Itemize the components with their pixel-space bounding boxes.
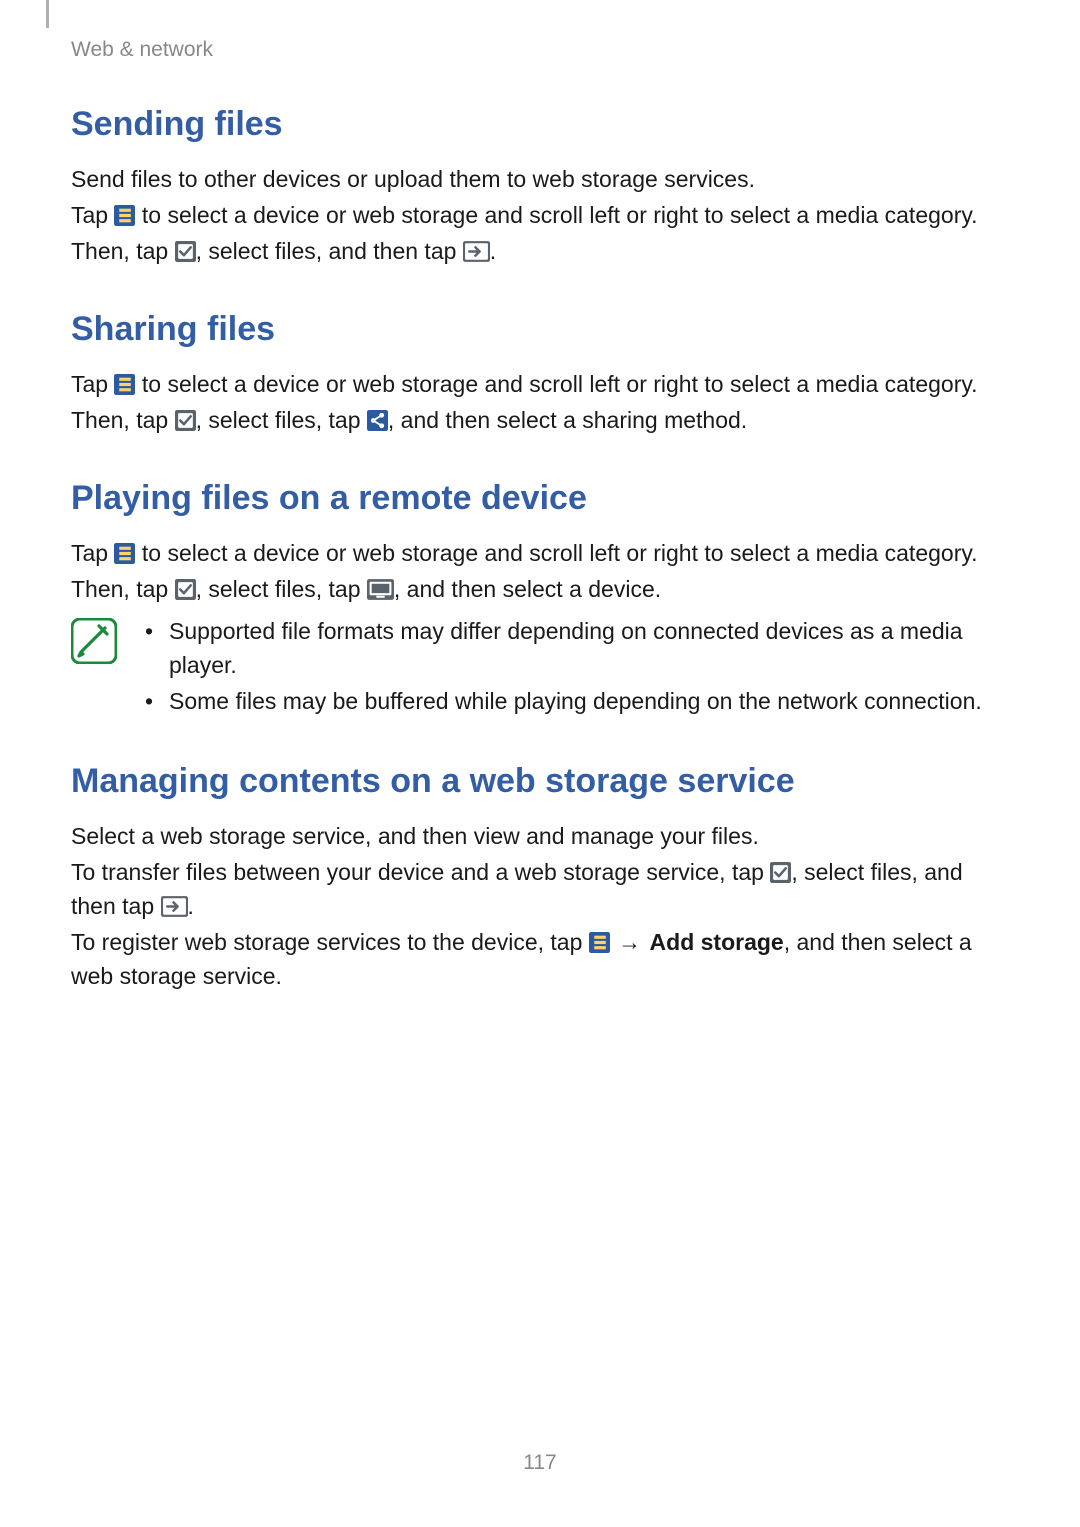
list-icon [114, 374, 135, 395]
send-arrow-icon [463, 241, 490, 262]
body-text: Send files to other devices or upload th… [71, 162, 1009, 196]
send-arrow-icon [161, 896, 188, 917]
section-playing-remote: Playing files on a remote device Tap to … [71, 479, 1009, 720]
heading-sending-files: Sending files [71, 105, 1009, 144]
section-sending-files: Sending files Send files to other device… [71, 105, 1009, 268]
body-text: Tap to select a device or web storage an… [71, 536, 1009, 570]
checkbox-icon [175, 579, 196, 600]
list-icon [114, 543, 135, 564]
heading-sharing-files: Sharing files [71, 310, 1009, 349]
page: Web & network Sending files Send files t… [0, 0, 1080, 1527]
body-text: To transfer files between your device an… [71, 855, 1009, 923]
section-sharing-files: Sharing files Tap to select a device or … [71, 310, 1009, 437]
heading-managing-storage: Managing contents on a web storage servi… [71, 762, 1009, 801]
cast-screen-icon [367, 579, 394, 600]
checkbox-icon [175, 410, 196, 431]
section-managing-storage: Managing contents on a web storage servi… [71, 762, 1009, 993]
body-text: Tap to select a device or web storage an… [71, 367, 1009, 401]
page-tab-mark [46, 0, 49, 28]
body-text: To register web storage services to the … [71, 925, 1009, 993]
bold-text: Add storage [650, 929, 784, 955]
list-icon [589, 932, 610, 953]
note-item: Supported file formats may differ depend… [169, 614, 1009, 682]
arrow-glyph: → [610, 929, 650, 955]
body-text: Then, tap , select files, tap , and then… [71, 403, 1009, 437]
heading-playing-remote: Playing files on a remote device [71, 479, 1009, 518]
page-number: 117 [0, 1451, 1080, 1475]
note-item: Some files may be buffered while playing… [169, 684, 1009, 718]
share-icon [367, 410, 388, 431]
body-text: Then, tap , select files, tap , and then… [71, 572, 1009, 606]
checkbox-icon [770, 862, 791, 883]
body-text: Then, tap , select files, and then tap . [71, 234, 1009, 268]
list-icon [114, 205, 135, 226]
note-block: Supported file formats may differ depend… [71, 614, 1009, 720]
checkbox-icon [175, 241, 196, 262]
content: Sending files Send files to other device… [71, 105, 1009, 995]
note-icon [71, 618, 117, 664]
body-text: Tap to select a device or web storage an… [71, 198, 1009, 232]
body-text: Select a web storage service, and then v… [71, 819, 1009, 853]
note-list: Supported file formats may differ depend… [139, 614, 1009, 720]
breadcrumb: Web & network [71, 38, 213, 62]
